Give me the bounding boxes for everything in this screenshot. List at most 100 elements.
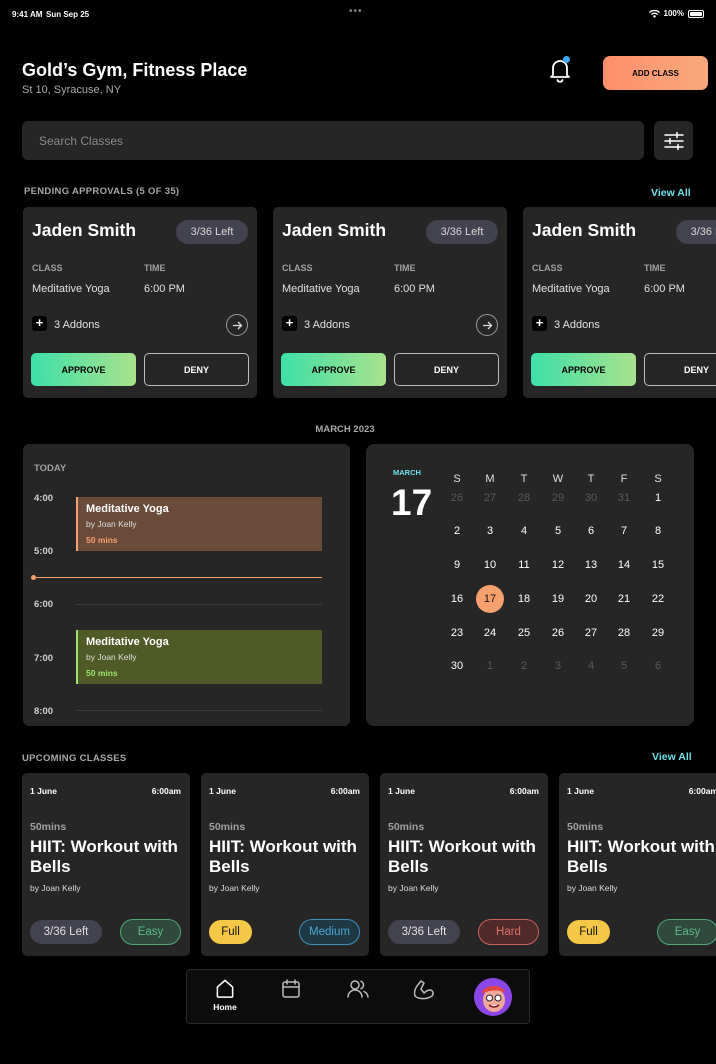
class-card[interactable]: 1 June 6:00am 50mins HIIT: Workout with … — [380, 773, 548, 956]
event-instructor: by Joan Kelly — [86, 519, 137, 529]
approval-card[interactable]: Jaden Smith 3/36 Left CLASS TIME Meditat… — [23, 207, 257, 398]
calendar-day[interactable]: 2 — [510, 652, 538, 680]
calendar-day[interactable]: 27 — [476, 484, 504, 512]
calendar-day[interactable]: 11 — [510, 551, 538, 579]
hour-label: 7:00 — [34, 653, 54, 664]
addons-count[interactable]: 3 Addons — [554, 319, 600, 331]
nav-workouts[interactable] — [408, 978, 440, 1012]
addons-count[interactable]: 3 Addons — [54, 319, 100, 331]
calendar-day[interactable]: 10 — [476, 551, 504, 579]
class-instructor: by Joan Kelly — [30, 883, 81, 893]
approval-card[interactable]: Jaden Smith 3/36 Left CLASS TIME Meditat… — [273, 207, 507, 398]
calendar-day[interactable]: 30 — [577, 484, 605, 512]
calendar-day[interactable]: 1 — [476, 652, 504, 680]
approve-button[interactable]: APPROVE — [281, 353, 386, 386]
member-name: Jaden Smith — [532, 220, 637, 240]
class-label: CLASS — [32, 263, 63, 273]
calendar-day[interactable]: 21 — [610, 585, 638, 613]
calendar-day[interactable]: 1 — [644, 484, 672, 512]
calendar-day[interactable]: 5 — [610, 652, 638, 680]
time-value: 6:00 PM — [144, 283, 185, 295]
calendar-day[interactable]: 18 — [510, 585, 538, 613]
seats-badge: 3/36 Left — [30, 920, 102, 944]
calendar-day[interactable]: 3 — [476, 517, 504, 545]
class-instructor: by Joan Kelly — [388, 883, 439, 893]
calendar-day-selected[interactable]: 17 — [476, 585, 504, 613]
calendar-day[interactable]: 29 — [544, 484, 572, 512]
event-title: Meditative Yoga — [86, 503, 169, 515]
deny-button[interactable]: DENY — [644, 353, 716, 386]
calendar-day[interactable]: 5 — [544, 517, 572, 545]
nav-members[interactable] — [342, 978, 374, 1012]
class-card[interactable]: 1 June 6:00am 50mins HIIT: Workout with … — [201, 773, 369, 956]
arrow-right-icon[interactable] — [226, 314, 248, 336]
class-date: 1 June — [30, 786, 57, 796]
spots-left-badge: 3/36 Left — [176, 220, 248, 244]
calendar-day[interactable]: 27 — [577, 619, 605, 647]
calendar-day[interactable]: 7 — [610, 517, 638, 545]
event-instructor: by Joan Kelly — [86, 652, 137, 662]
bottom-nav: Home — [186, 969, 530, 1024]
calendar-day[interactable]: 6 — [577, 517, 605, 545]
calendar-day[interactable]: 14 — [610, 551, 638, 579]
month-calendar[interactable]: MARCH 17 S M T W T F S 26 27 28 29 30 31 1 2 3 4 5 6 7 8 9 10 1… — [366, 444, 694, 726]
calendar-selected-day: 17 — [391, 482, 433, 523]
avatar[interactable] — [474, 978, 512, 1016]
calendar-day[interactable]: 4 — [510, 517, 538, 545]
calendar-day[interactable]: 13 — [577, 551, 605, 579]
calendar-day[interactable]: 8 — [644, 517, 672, 545]
calendar-day[interactable]: 4 — [577, 652, 605, 680]
class-time: 6:00am — [688, 786, 716, 796]
calendar-day[interactable]: 16 — [443, 585, 471, 613]
month-title: MARCH 2023 — [315, 424, 375, 435]
plus-icon[interactable]: + — [32, 316, 47, 331]
today-schedule[interactable]: TODAY 4:00 5:00 6:00 7:00 8:00 Meditativ… — [23, 444, 350, 726]
calendar-day[interactable]: 31 — [610, 484, 638, 512]
hour-label: 6:00 — [34, 599, 54, 610]
member-name: Jaden Smith — [32, 220, 137, 240]
calendar-day[interactable]: 12 — [544, 551, 572, 579]
muscle-icon — [413, 980, 434, 1000]
plus-icon[interactable]: + — [532, 316, 547, 331]
calendar-day[interactable]: 15 — [644, 551, 672, 579]
arrow-right-icon[interactable] — [476, 314, 498, 336]
calendar-month: MARCH — [393, 468, 421, 477]
class-duration: 50mins — [30, 821, 67, 833]
nav-home[interactable]: Home — [209, 978, 241, 1012]
addons-count[interactable]: 3 Addons — [304, 319, 350, 331]
calendar-day[interactable]: 26 — [443, 484, 471, 512]
class-value: Meditative Yoga — [532, 283, 610, 295]
calendar-day[interactable]: 30 — [443, 652, 471, 680]
calendar-day[interactable]: 22 — [644, 585, 672, 613]
pending-cards-scroller[interactable]: Jaden Smith 3/36 Left CLASS TIME Meditat… — [0, 0, 716, 420]
schedule-event[interactable]: Meditative Yoga by Joan Kelly 50 mins — [76, 497, 322, 551]
calendar-day[interactable]: 19 — [544, 585, 572, 613]
member-name: Jaden Smith — [282, 220, 387, 240]
calendar-day[interactable]: 28 — [510, 484, 538, 512]
plus-icon[interactable]: + — [282, 316, 297, 331]
calendar-day[interactable]: 2 — [443, 517, 471, 545]
schedule-event[interactable]: Meditative Yoga by Joan Kelly 50 mins — [76, 630, 322, 684]
calendar-day[interactable]: 28 — [610, 619, 638, 647]
nav-calendar[interactable] — [275, 978, 307, 1012]
approval-card[interactable]: Jaden Smith 3/36 Left CLASS TIME Meditat… — [523, 207, 716, 398]
calendar-day[interactable]: 24 — [476, 619, 504, 647]
class-card[interactable]: 1 June 6:00am 50mins HIIT: Workout with … — [22, 773, 190, 956]
class-card[interactable]: 1 June 6:00am 50mins HIIT: Workout with … — [559, 773, 716, 956]
calendar-day[interactable]: 29 — [644, 619, 672, 647]
calendar-day[interactable]: 26 — [544, 619, 572, 647]
deny-button[interactable]: DENY — [394, 353, 499, 386]
approve-button[interactable]: APPROVE — [531, 353, 636, 386]
calendar-day[interactable]: 9 — [443, 551, 471, 579]
calendar-day[interactable]: 3 — [544, 652, 572, 680]
calendar-day[interactable]: 25 — [510, 619, 538, 647]
seats-badge: 3/36 Left — [388, 920, 460, 944]
level-badge: Medium — [299, 919, 360, 945]
deny-button[interactable]: DENY — [144, 353, 249, 386]
calendar-day[interactable]: 6 — [644, 652, 672, 680]
upcoming-cards-scroller[interactable]: 1 June 6:00am 50mins HIIT: Workout with … — [0, 760, 716, 960]
calendar-day[interactable]: 23 — [443, 619, 471, 647]
home-icon — [216, 979, 234, 998]
approve-button[interactable]: APPROVE — [31, 353, 136, 386]
calendar-day[interactable]: 20 — [577, 585, 605, 613]
